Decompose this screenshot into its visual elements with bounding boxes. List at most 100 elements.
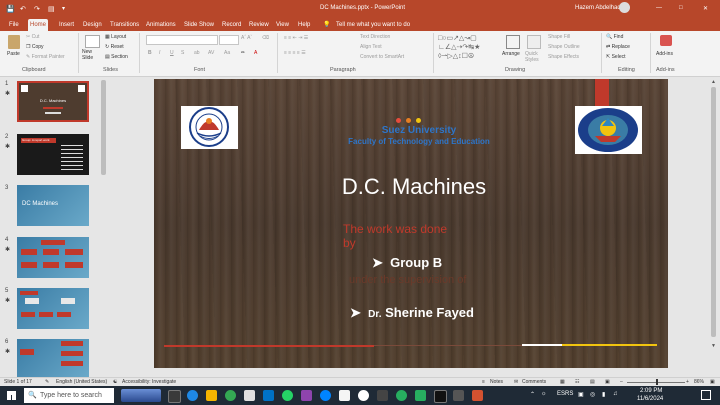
app-icon[interactable]: [358, 390, 369, 401]
tab-slide-show[interactable]: Slide Show: [182, 19, 216, 31]
cut-button[interactable]: ✂ Cut: [26, 34, 39, 40]
thumbnail-slide-5[interactable]: [17, 288, 89, 329]
messenger-icon[interactable]: [320, 390, 331, 401]
network-icon[interactable]: ☼: [541, 391, 547, 397]
tab-view[interactable]: View: [274, 19, 291, 31]
university-name[interactable]: Suez University: [334, 125, 504, 136]
close-icon[interactable]: ✕: [703, 5, 708, 12]
app-icon[interactable]: [434, 390, 447, 403]
group-line[interactable]: ➤ Group B: [372, 255, 442, 271]
tab-file[interactable]: File: [7, 19, 21, 31]
outlook-icon[interactable]: [263, 390, 274, 401]
faculty-name[interactable]: Faculty of Technology and Education: [334, 137, 504, 146]
thumbnail-slide-4[interactable]: [17, 237, 89, 278]
font-size-select[interactable]: [219, 35, 239, 45]
minimize-icon[interactable]: —: [656, 5, 662, 11]
quick-styles-icon[interactable]: [527, 35, 541, 49]
app-icon[interactable]: [301, 390, 312, 401]
select-button[interactable]: ⇱ Select: [606, 54, 626, 60]
bullets-icon[interactable]: ≡ ≡ ⇤ ⇥ ☰: [284, 35, 308, 41]
text-direction-button[interactable]: Text Direction: [360, 34, 390, 40]
copy-button[interactable]: ❐ Copy: [26, 44, 44, 50]
start-from-beginning-icon[interactable]: ▤: [48, 5, 55, 13]
fit-slide-icon[interactable]: ▣: [710, 379, 715, 385]
powerpoint-icon[interactable]: [472, 390, 483, 401]
replace-button[interactable]: ⇄ Replace: [606, 44, 630, 50]
highlight-icon[interactable]: ✏: [241, 50, 245, 56]
app-icon[interactable]: [377, 390, 388, 401]
tab-review[interactable]: Review: [247, 19, 271, 31]
thumbnails-scrollbar[interactable]: [101, 80, 106, 175]
clock-time[interactable]: 2:09 PM: [640, 388, 662, 394]
accessibility-status[interactable]: Accessibility: Investigate: [122, 379, 176, 385]
maximize-icon[interactable]: □: [679, 5, 683, 11]
tell-me-search[interactable]: Tell me what you want to do: [334, 19, 412, 31]
zoom-in-icon[interactable]: +: [686, 379, 689, 385]
app-icon[interactable]: [415, 390, 426, 401]
faculty-logo[interactable]: [575, 106, 642, 154]
section-button[interactable]: ▤ Section: [105, 54, 128, 60]
store-icon[interactable]: [244, 390, 255, 401]
user-name[interactable]: Hazem Abdelhady: [575, 5, 624, 11]
scroll-down-icon[interactable]: ▼: [711, 343, 716, 349]
tray-chevron-icon[interactable]: ⌃: [530, 391, 535, 398]
avatar[interactable]: [619, 2, 630, 13]
notes-button[interactable]: Notes: [490, 379, 503, 385]
keyboard-language[interactable]: ESRS: [557, 391, 573, 397]
customize-toolbar-icon[interactable]: ▾: [62, 5, 65, 12]
comments-button[interactable]: Comments: [522, 379, 546, 385]
app-icon[interactable]: [396, 390, 407, 401]
editor-scrollbar[interactable]: ▲ ▼: [711, 79, 717, 369]
file-explorer-icon[interactable]: [206, 390, 217, 401]
reading-view-icon[interactable]: ▤: [590, 379, 595, 385]
shapes-gallery[interactable]: □○▭↗△↝▢ ∟∠△⇢↷↹★ ◊⇀▷△↕☐☮: [438, 34, 498, 64]
whatsapp-icon[interactable]: [282, 390, 293, 401]
slideshow-icon[interactable]: ▣: [605, 379, 610, 385]
change-case-button[interactable]: Aa: [224, 50, 230, 56]
app-icon[interactable]: [453, 390, 464, 401]
tab-design[interactable]: Design: [81, 19, 104, 31]
arrange-button[interactable]: Arrange: [502, 51, 520, 57]
zoom-slider-thumb[interactable]: [656, 379, 658, 385]
slide-title[interactable]: D.C. Machines: [304, 174, 524, 200]
wifi-icon[interactable]: ◎: [590, 391, 595, 398]
paste-icon[interactable]: [8, 35, 20, 49]
arrange-icon[interactable]: [506, 35, 520, 49]
thumbnail-slide-2[interactable]: Group: A report work: [17, 134, 89, 175]
reset-button[interactable]: ↻ Reset: [105, 44, 124, 50]
new-slide-button[interactable]: New Slide: [82, 49, 100, 61]
battery-icon[interactable]: ▮: [602, 391, 605, 398]
slide-canvas[interactable]: Suez University Faculty of Technology an…: [154, 79, 668, 368]
tab-record[interactable]: Record: [220, 19, 243, 31]
clear-formatting-icon[interactable]: ⌫: [262, 35, 269, 41]
increase-font-icon[interactable]: Aˆ Aˇ: [241, 35, 252, 41]
tab-transitions[interactable]: Transitions: [108, 19, 141, 31]
news-widget-icon[interactable]: [121, 389, 161, 402]
convert-smartart-button[interactable]: Convert to SmartArt: [360, 54, 404, 60]
align-icons[interactable]: ≡ ≡ ≡ ≡ ☰: [284, 50, 306, 56]
edge-icon[interactable]: [187, 390, 198, 401]
shape-fill-button[interactable]: Shape Fill: [548, 34, 570, 40]
format-painter-button[interactable]: ✎ Format Painter: [26, 54, 65, 60]
tab-insert[interactable]: Insert: [57, 19, 76, 31]
chrome-icon[interactable]: [225, 390, 236, 401]
underline-button[interactable]: U: [170, 50, 174, 56]
tab-home[interactable]: Home: [28, 19, 49, 31]
new-slide-icon[interactable]: [85, 35, 100, 48]
font-color-button[interactable]: A: [254, 50, 257, 56]
thumbnail-slide-1[interactable]: D.C. Machines: [17, 81, 89, 122]
scroll-thumb[interactable]: [711, 87, 716, 337]
add-ins-icon[interactable]: [660, 35, 672, 46]
font-family-select[interactable]: [146, 35, 218, 45]
thumbnail-slide-3[interactable]: DC Machines: [17, 185, 89, 226]
bold-button[interactable]: B: [148, 50, 152, 56]
add-ins-button[interactable]: Add-ins: [656, 51, 673, 57]
supervisor-line[interactable]: ➤ Dr. Sherine Fayed: [350, 305, 474, 321]
quick-styles-button[interactable]: Quick Styles: [525, 51, 543, 63]
language-status[interactable]: English (United States): [56, 379, 107, 385]
shape-outline-button[interactable]: Shape Outline: [548, 44, 580, 50]
spelling-icon[interactable]: ✎: [45, 379, 49, 385]
find-button[interactable]: 🔍 Find: [606, 34, 623, 40]
tab-help[interactable]: Help: [296, 19, 312, 31]
zoom-out-icon[interactable]: –: [620, 379, 623, 385]
